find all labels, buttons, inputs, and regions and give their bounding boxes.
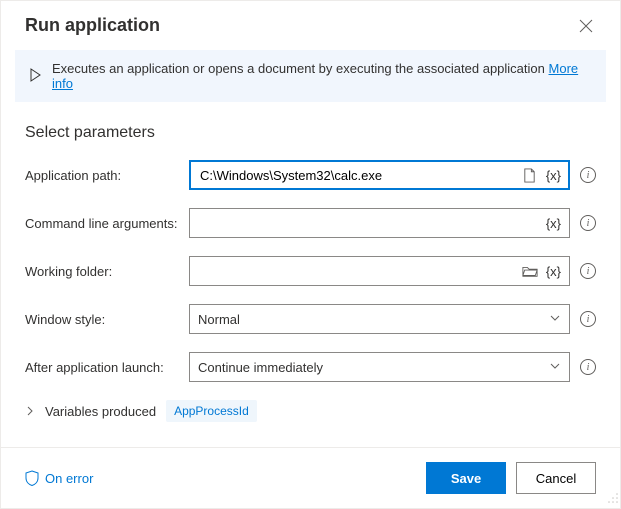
info-button-command-line-arguments[interactable]: i (580, 215, 596, 231)
resize-grip[interactable] (607, 492, 619, 507)
browse-folder-button[interactable] (518, 259, 542, 283)
row-window-style: Window style: Normal i (25, 304, 596, 334)
suffix-working-folder: {x} (518, 259, 567, 283)
on-error-label: On error (45, 471, 93, 486)
label-working-folder: Working folder: (25, 264, 179, 279)
variables-produced-label: Variables produced (45, 404, 156, 419)
info-button-after-launch[interactable]: i (580, 359, 596, 375)
chevron-down-icon (549, 360, 561, 375)
input-wrap-command-line-arguments: {x} (189, 208, 570, 238)
application-path-input[interactable] (198, 161, 518, 189)
insert-variable-button[interactable]: {x} (544, 216, 563, 231)
info-banner-message: Executes an application or opens a docum… (52, 61, 545, 76)
close-icon (579, 19, 593, 33)
label-after-launch: After application launch: (25, 360, 179, 375)
suffix-application-path: {x} (518, 163, 567, 187)
dialog-body: Select parameters Application path: {x} … (1, 112, 620, 447)
variable-chip[interactable]: AppProcessId (166, 400, 257, 422)
run-application-dialog: Run application Executes an application … (0, 0, 621, 509)
on-error-link[interactable]: On error (25, 470, 93, 486)
footer-actions: Save Cancel (426, 462, 596, 494)
info-banner: Executes an application or opens a docum… (15, 50, 606, 102)
working-folder-input[interactable] (198, 257, 518, 285)
label-command-line-arguments: Command line arguments: (25, 216, 179, 231)
info-button-window-style[interactable]: i (580, 311, 596, 327)
suffix-command-line-arguments: {x} (544, 216, 567, 231)
row-command-line-arguments: Command line arguments: {x} i (25, 208, 596, 238)
label-application-path: Application path: (25, 168, 179, 183)
row-application-path: Application path: {x} i (25, 160, 596, 190)
save-button[interactable]: Save (426, 462, 506, 494)
dialog-header: Run application (1, 1, 620, 46)
variables-produced-toggle[interactable]: Variables produced AppProcessId (25, 400, 596, 422)
info-button-application-path[interactable]: i (580, 167, 596, 183)
input-wrap-application-path: {x} (189, 160, 570, 190)
play-icon (28, 68, 42, 85)
folder-icon (522, 264, 538, 278)
browse-file-button[interactable] (518, 163, 542, 187)
shield-icon (25, 470, 39, 486)
after-launch-select[interactable]: Continue immediately (189, 352, 570, 382)
select-wrap-window-style: Normal (189, 304, 570, 334)
command-line-arguments-input[interactable] (198, 209, 544, 237)
window-style-value: Normal (198, 312, 240, 327)
input-wrap-working-folder: {x} (189, 256, 570, 286)
close-button[interactable] (576, 16, 596, 36)
row-working-folder: Working folder: {x} i (25, 256, 596, 286)
after-launch-value: Continue immediately (198, 360, 323, 375)
file-select-icon (522, 168, 537, 183)
chevron-right-icon (25, 404, 35, 419)
cancel-button[interactable]: Cancel (516, 462, 596, 494)
section-title: Select parameters (25, 124, 596, 142)
info-banner-text: Executes an application or opens a docum… (52, 61, 593, 91)
label-window-style: Window style: (25, 312, 179, 327)
insert-variable-button[interactable]: {x} (544, 264, 563, 279)
window-style-select[interactable]: Normal (189, 304, 570, 334)
row-after-launch: After application launch: Continue immed… (25, 352, 596, 382)
dialog-title: Run application (25, 15, 160, 36)
info-button-working-folder[interactable]: i (580, 263, 596, 279)
select-wrap-after-launch: Continue immediately (189, 352, 570, 382)
insert-variable-button[interactable]: {x} (544, 168, 563, 183)
dialog-footer: On error Save Cancel (1, 447, 620, 508)
chevron-down-icon (549, 312, 561, 327)
resize-grip-icon (607, 492, 619, 504)
